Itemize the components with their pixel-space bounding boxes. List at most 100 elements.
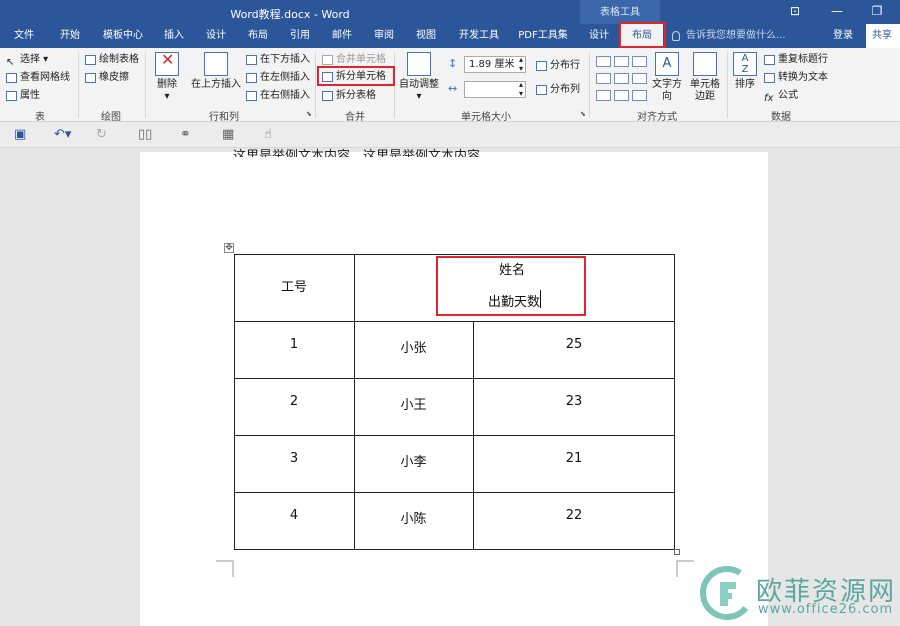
insert-right-button[interactable]: 在右侧插入 [244,88,310,104]
title-bar: Word教程.docx - Word 表格工具 ⊡ — ❐ [0,0,900,24]
table-cell[interactable]: 23 [473,394,675,409]
tab-layout[interactable]: 布局 [240,24,276,48]
header-cell-days[interactable]: 出勤天数 [438,291,540,310]
touch-mode-icon[interactable]: ☝ [264,127,272,142]
row-height-input[interactable]: 1.89 厘米 ▴ ▾ [464,55,526,73]
split-cells-button[interactable]: 拆分单元格 [320,69,386,85]
tell-me-search[interactable]: 告诉我您想要做什么... [672,24,786,48]
tab-templates[interactable]: 模板中心 [96,24,150,48]
tab-design[interactable]: 设计 [198,24,234,48]
table-row-border [235,492,674,493]
align-middle-left-icon[interactable] [596,73,611,84]
table-row-border [235,435,674,436]
body-paragraph[interactable]: 这里是举例文本内容，这里是举例文本内容。 [233,141,493,157]
table-cell[interactable]: 21 [473,451,675,466]
select-button[interactable]: ↖ 选择 ▾ [4,52,48,68]
distribute-cols-icon [536,85,547,95]
tab-table-design[interactable]: 设计 [582,24,616,48]
align-top-center-icon[interactable] [614,56,629,67]
table-cell[interactable]: 小陈 [354,508,473,527]
table-move-handle[interactable]: ✥ [224,243,234,253]
insert-left-button[interactable]: 在左侧插入 [244,70,310,86]
cell-margins-button[interactable]: 单元格边距 [688,52,722,103]
distribute-cols-button[interactable]: 分布列 [534,82,580,98]
table-cell[interactable]: 22 [473,508,675,523]
align-bottom-right-icon[interactable] [632,90,647,101]
window-title: Word教程.docx - Word [230,8,350,21]
view-gridlines-button[interactable]: 查看网格线 [4,70,70,86]
align-middle-center-icon[interactable] [614,73,629,84]
tab-review[interactable]: 审阅 [366,24,402,48]
cell-size-launcher-icon[interactable]: ⬊ [580,110,586,118]
formula-icon: fx [764,93,774,104]
tab-table-layout[interactable]: 布局 [621,24,663,48]
insert-above-button[interactable]: 在上方插入 [190,52,242,91]
eraser-button[interactable]: 橡皮擦 [83,70,129,86]
table-cell[interactable]: 4 [234,508,354,523]
undo-icon[interactable]: ↶▾ [54,127,71,142]
redo-icon[interactable]: ↻ [96,127,107,142]
repeat-header-button[interactable]: 重复标题行 [762,52,828,68]
group-label-alignment: 对齐方式 [637,112,677,123]
tab-references[interactable]: 引用 [282,24,318,48]
align-top-left-icon[interactable] [596,56,611,67]
text-direction-button[interactable]: A 文字方向 [648,52,686,103]
login-link[interactable]: 登录 [833,24,853,48]
ribbon-tabs: 文件 开始 模板中心 插入 设计 布局 引用 邮件 审阅 视图 开发工具 PDF… [0,24,900,48]
table-cell[interactable]: 25 [473,337,675,352]
ribbon-display-icon[interactable]: ⊡ [784,4,806,18]
header-cell-id[interactable]: 工号 [234,276,354,295]
align-middle-right-icon[interactable] [632,73,647,84]
merge-cells-button[interactable]: 合并单元格 [320,52,386,68]
separator [394,52,395,118]
cell-margins-icon [693,52,717,76]
tab-insert[interactable]: 插入 [156,24,192,48]
link-icon[interactable]: ⚭ [180,127,191,142]
watermark-url: www.office26.com [758,602,894,617]
table-cell[interactable]: 3 [234,451,354,466]
autofit-button[interactable]: 自动调整 ▾ [398,52,440,103]
two-pages-icon[interactable]: ▯▯ [138,127,152,142]
sort-button[interactable]: AZ 排序 [732,52,758,91]
draw-table-button[interactable]: 绘制表格 [83,52,139,68]
tab-pdf-tools[interactable]: PDF工具集 [512,24,574,48]
tab-view[interactable]: 视图 [408,24,444,48]
group-label-rows-cols: 行和列 [209,112,239,123]
table-cell[interactable]: 小王 [354,394,473,413]
grid-view-icon[interactable]: ▦ [222,127,234,142]
table-cell[interactable]: 小张 [354,337,473,356]
delete-button[interactable]: ✕ 删除 ▾ [150,52,184,103]
table-cell[interactable]: 2 [234,394,354,409]
rows-cols-launcher-icon[interactable]: ⬊ [306,110,312,118]
save-icon[interactable]: ▣ [14,127,26,142]
col-width-input[interactable]: ▴ ▾ [464,80,526,98]
tab-file[interactable]: 文件 [6,24,42,48]
insert-below-icon [246,55,257,65]
tab-developer[interactable]: 开发工具 [452,24,506,48]
group-label-cell-size: 单元格大小 [461,112,511,123]
pencil-icon [85,55,96,65]
tab-mailings[interactable]: 邮件 [324,24,360,48]
minimize-button[interactable]: — [826,4,848,18]
eraser-icon [85,73,96,83]
group-label-table: 表 [35,112,45,123]
table-cell[interactable]: 1 [234,337,354,352]
col-width-icon: ↔ [448,82,458,95]
table-cell[interactable]: 小李 [354,451,473,470]
align-bottom-center-icon[interactable] [614,90,629,101]
distribute-rows-button[interactable]: 分布行 [534,58,580,74]
tab-home[interactable]: 开始 [52,24,88,48]
header-cell-name[interactable]: 姓名 [438,259,586,278]
table-resize-handle[interactable] [674,549,680,555]
align-top-right-icon[interactable] [632,56,647,67]
properties-button[interactable]: 属性 [4,88,40,104]
split-table-button[interactable]: 拆分表格 [320,88,376,104]
formula-button[interactable]: fx 公式 [762,88,798,104]
delete-table-icon: ✕ [155,52,179,76]
insert-below-button[interactable]: 在下方插入 [244,52,310,68]
restore-button[interactable]: ❐ [866,4,888,18]
convert-text-button[interactable]: 转换为文本 [762,70,828,86]
share-button[interactable]: 共享 [866,24,900,48]
align-bottom-left-icon[interactable] [596,90,611,101]
insert-right-icon [246,91,257,101]
